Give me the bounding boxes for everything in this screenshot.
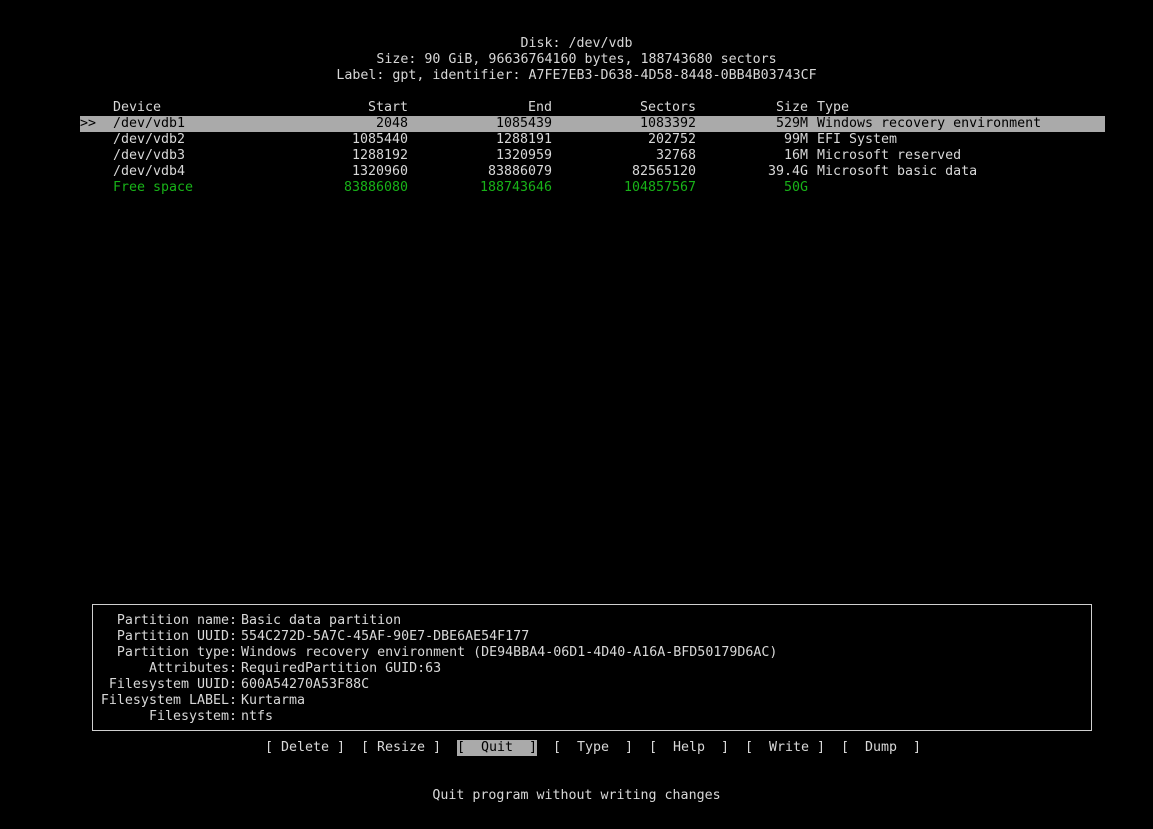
disk-label: Label: gpt, identifier: A7FE7EB3-D638-4D… xyxy=(336,68,817,83)
row-sectors: 32768 xyxy=(655,148,696,163)
column-size: Size xyxy=(775,100,808,115)
row-end: 1288191 xyxy=(495,132,552,147)
info-value: 554C272D-5A7C-45AF-90E7-DBE6AE54F177 xyxy=(241,629,530,644)
info-value: 600A54270A53F88C xyxy=(241,677,370,692)
selection-marker: >> xyxy=(80,116,97,131)
info-label: Filesystem UUID: xyxy=(108,677,237,692)
help-button[interactable]: [ Help ] xyxy=(649,740,729,756)
row-type: Windows recovery environment xyxy=(817,116,1042,131)
row-end: 1085439 xyxy=(495,116,552,131)
row-sectors: 1083392 xyxy=(639,116,696,131)
write-button[interactable]: [ Write ] xyxy=(745,740,825,756)
info-label: Filesystem: xyxy=(148,709,237,724)
info-partition-type: Partition type: Windows recovery environ… xyxy=(93,645,1083,661)
column-type: Type xyxy=(817,100,850,115)
resize-button[interactable]: [ Resize ] xyxy=(361,740,441,756)
row-size: 99M xyxy=(783,132,808,147)
dump-button[interactable]: [ Dump ] xyxy=(841,740,921,756)
partition-row-vdb1[interactable]: >> /dev/vdb1 2048 1085439 1083392 529M W… xyxy=(80,116,1105,132)
row-sectors: 202752 xyxy=(647,132,696,147)
partition-info-panel: Partition name: Basic data partition Par… xyxy=(92,604,1092,731)
row-start: 83886080 xyxy=(343,180,408,195)
type-button[interactable]: [ Type ] xyxy=(553,740,633,756)
info-value: Windows recovery environment (DE94BBA4-0… xyxy=(241,645,778,660)
row-type: Microsoft reserved xyxy=(817,148,962,163)
row-type: Microsoft basic data xyxy=(817,164,978,179)
column-sectors: Sectors xyxy=(639,100,696,115)
info-attributes: Attributes: RequiredPartition GUID:63 xyxy=(93,661,1083,677)
info-filesystem-uuid: Filesystem UUID: 600A54270A53F88C xyxy=(93,677,1083,693)
info-filesystem: Filesystem: ntfs xyxy=(93,709,1083,725)
row-size: 529M xyxy=(775,116,808,131)
quit-button[interactable]: [ Quit ] xyxy=(457,740,538,756)
row-start: 2048 xyxy=(375,116,408,131)
table-header: Device Start End Sectors Size Type xyxy=(80,100,1105,116)
row-size: 50G xyxy=(783,180,808,195)
free-space-row[interactable]: Free space 83886080 188743646 104857567 … xyxy=(80,180,1105,196)
row-end: 1320959 xyxy=(495,148,552,163)
partition-row-vdb4[interactable]: /dev/vdb4 1320960 83886079 82565120 39.4… xyxy=(80,164,1105,180)
column-end: End xyxy=(527,100,552,115)
info-filesystem-label: Filesystem LABEL: Kurtarma xyxy=(93,693,1083,709)
row-size: 16M xyxy=(783,148,808,163)
row-size: 39.4G xyxy=(767,164,808,179)
row-start: 1288192 xyxy=(351,148,408,163)
row-end: 188743646 xyxy=(479,180,552,195)
info-value: Basic data partition xyxy=(241,613,402,628)
info-value: ntfs xyxy=(241,709,274,724)
row-start: 1085440 xyxy=(351,132,408,147)
info-label: Partition name: xyxy=(116,613,237,628)
delete-button[interactable]: [ Delete ] xyxy=(265,740,345,756)
info-label: Attributes: xyxy=(148,661,237,676)
info-label: Partition UUID: xyxy=(116,629,237,644)
row-end: 83886079 xyxy=(487,164,552,179)
disk-size: Size: 90 GiB, 96636764160 bytes, 1887436… xyxy=(376,52,777,67)
info-value: Kurtarma xyxy=(241,693,306,708)
row-sectors: 104857567 xyxy=(623,180,696,195)
info-partition-name: Partition name: Basic data partition xyxy=(93,613,1083,629)
partition-row-vdb3[interactable]: /dev/vdb3 1288192 1320959 32768 16M Micr… xyxy=(80,148,1105,164)
row-type: EFI System xyxy=(817,132,898,147)
disk-title: Disk: /dev/vdb xyxy=(520,36,633,51)
row-sectors: 82565120 xyxy=(631,164,696,179)
info-label: Partition type: xyxy=(116,645,237,660)
row-start: 1320960 xyxy=(351,164,408,179)
info-partition-uuid: Partition UUID: 554C272D-5A7C-45AF-90E7-… xyxy=(93,629,1083,645)
info-label: Filesystem LABEL: xyxy=(100,693,237,708)
partition-row-vdb2[interactable]: /dev/vdb2 1085440 1288191 202752 99M EFI… xyxy=(80,132,1105,148)
status-hint: Quit program without writing changes xyxy=(432,788,721,803)
info-value: RequiredPartition GUID:63 xyxy=(241,661,442,676)
column-start: Start xyxy=(367,100,408,115)
